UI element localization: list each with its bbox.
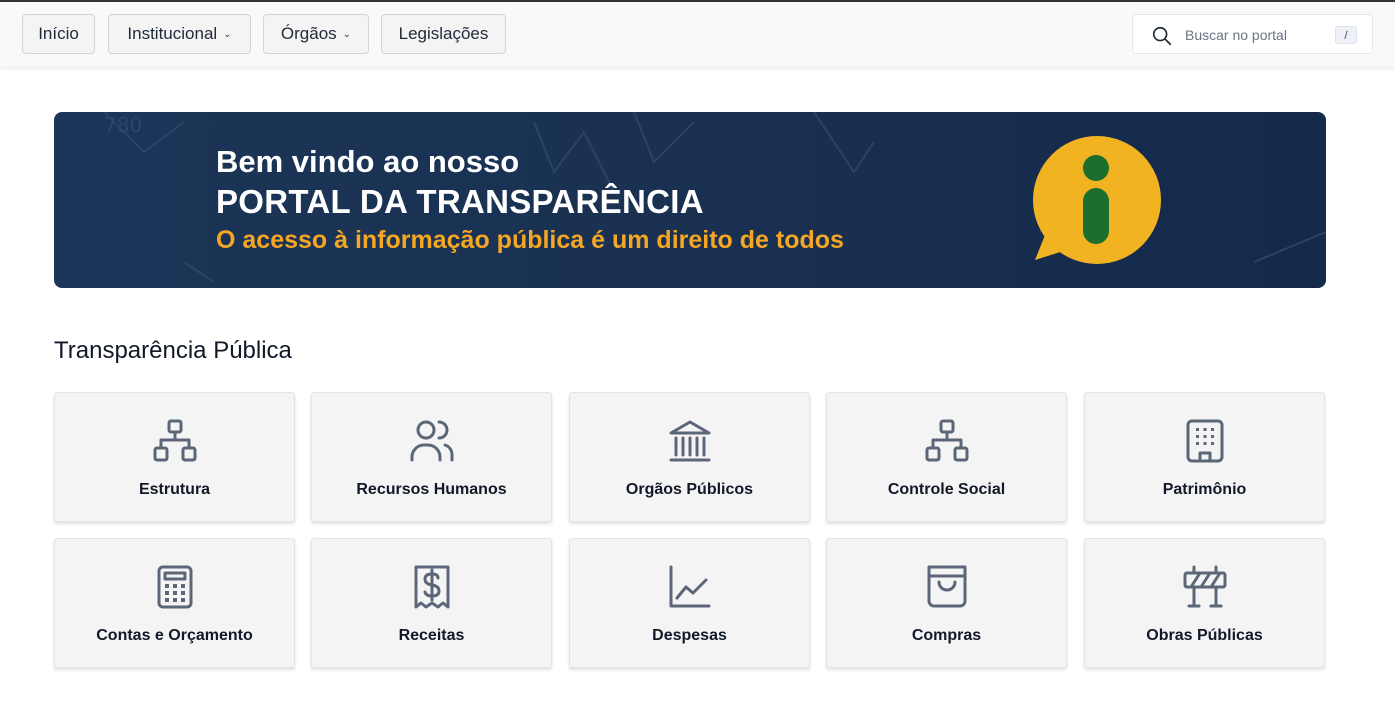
card-label: Despesas	[652, 627, 727, 644]
card-label: Controle Social	[887, 481, 1006, 498]
chart-line-icon	[669, 565, 711, 608]
card-label: Recursos Humanos	[356, 481, 507, 498]
search-box[interactable]: /	[1132, 14, 1373, 54]
card-contas-orcamento[interactable]: Contas e Orçamento	[54, 538, 295, 668]
info-speech-bubble-icon	[1033, 136, 1161, 264]
card-patrimonio[interactable]: Patrimônio	[1084, 392, 1325, 522]
users-icon	[410, 420, 454, 462]
card-label: Orgãos Públicos	[625, 481, 754, 498]
shopping-bag-icon	[927, 565, 967, 608]
nav-inicio-label: Início	[38, 24, 79, 43]
card-label: Receitas	[398, 627, 465, 644]
card-recursos-humanos[interactable]: Recursos Humanos	[311, 392, 552, 522]
search-input[interactable]	[1185, 25, 1335, 45]
top-navigation-bar: Início Institucional ⌄ Órgãos ⌄ Legislaç…	[0, 0, 1395, 67]
card-orgaos-publicos[interactable]: Orgãos Públicos	[569, 392, 810, 522]
receipt-dollar-icon	[414, 565, 450, 609]
section-title: Transparência Pública	[54, 337, 292, 364]
banner-welcome-text: Bem vindo ao nosso	[216, 144, 520, 179]
card-controle-social[interactable]: Controle Social	[826, 392, 1067, 522]
nav-orgaos-button[interactable]: Órgãos ⌄	[263, 14, 369, 54]
card-despesas[interactable]: Despesas	[569, 538, 810, 668]
sitemap-icon	[153, 419, 197, 462]
building-columns-icon	[669, 420, 711, 462]
calculator-icon	[157, 565, 193, 609]
card-label: Compras	[911, 627, 982, 644]
welcome-banner: 780 Bem vindo ao nosso PORTAL DA TRANSPA…	[54, 112, 1326, 288]
card-receitas[interactable]: Receitas	[311, 538, 552, 668]
chevron-down-icon: ⌄	[342, 28, 352, 40]
card-compras[interactable]: Compras	[826, 538, 1067, 668]
search-icon	[1152, 26, 1172, 46]
sitemap-icon	[925, 419, 969, 462]
nav-institucional-button[interactable]: Institucional ⌄	[108, 14, 251, 54]
card-label: Obras Públicas	[1146, 627, 1263, 644]
nav-legislacoes-label: Legislações	[398, 24, 489, 43]
nav-orgaos-label: Órgãos	[280, 24, 337, 43]
banner-subtitle: O acesso à informação pública é um direi…	[216, 226, 844, 254]
card-label: Estrutura	[138, 481, 211, 498]
office-building-icon	[1186, 419, 1224, 463]
banner-title: PORTAL DA TRANSPARÊNCIA	[216, 183, 704, 220]
card-label: Contas e Orçamento	[96, 627, 253, 644]
svg-text:780: 780	[104, 113, 142, 137]
nav-legislacoes-button[interactable]: Legislações	[381, 14, 506, 54]
nav-institucional-label: Institucional	[127, 24, 218, 43]
chevron-down-icon: ⌄	[223, 28, 232, 40]
card-estrutura[interactable]: Estrutura	[54, 392, 295, 522]
card-label: Patrimônio	[1162, 481, 1247, 498]
card-obras-publicas[interactable]: Obras Públicas	[1084, 538, 1325, 668]
barrier-icon	[1183, 565, 1227, 608]
nav-inicio-button[interactable]: Início	[22, 14, 95, 54]
search-shortcut-badge: /	[1335, 26, 1357, 44]
